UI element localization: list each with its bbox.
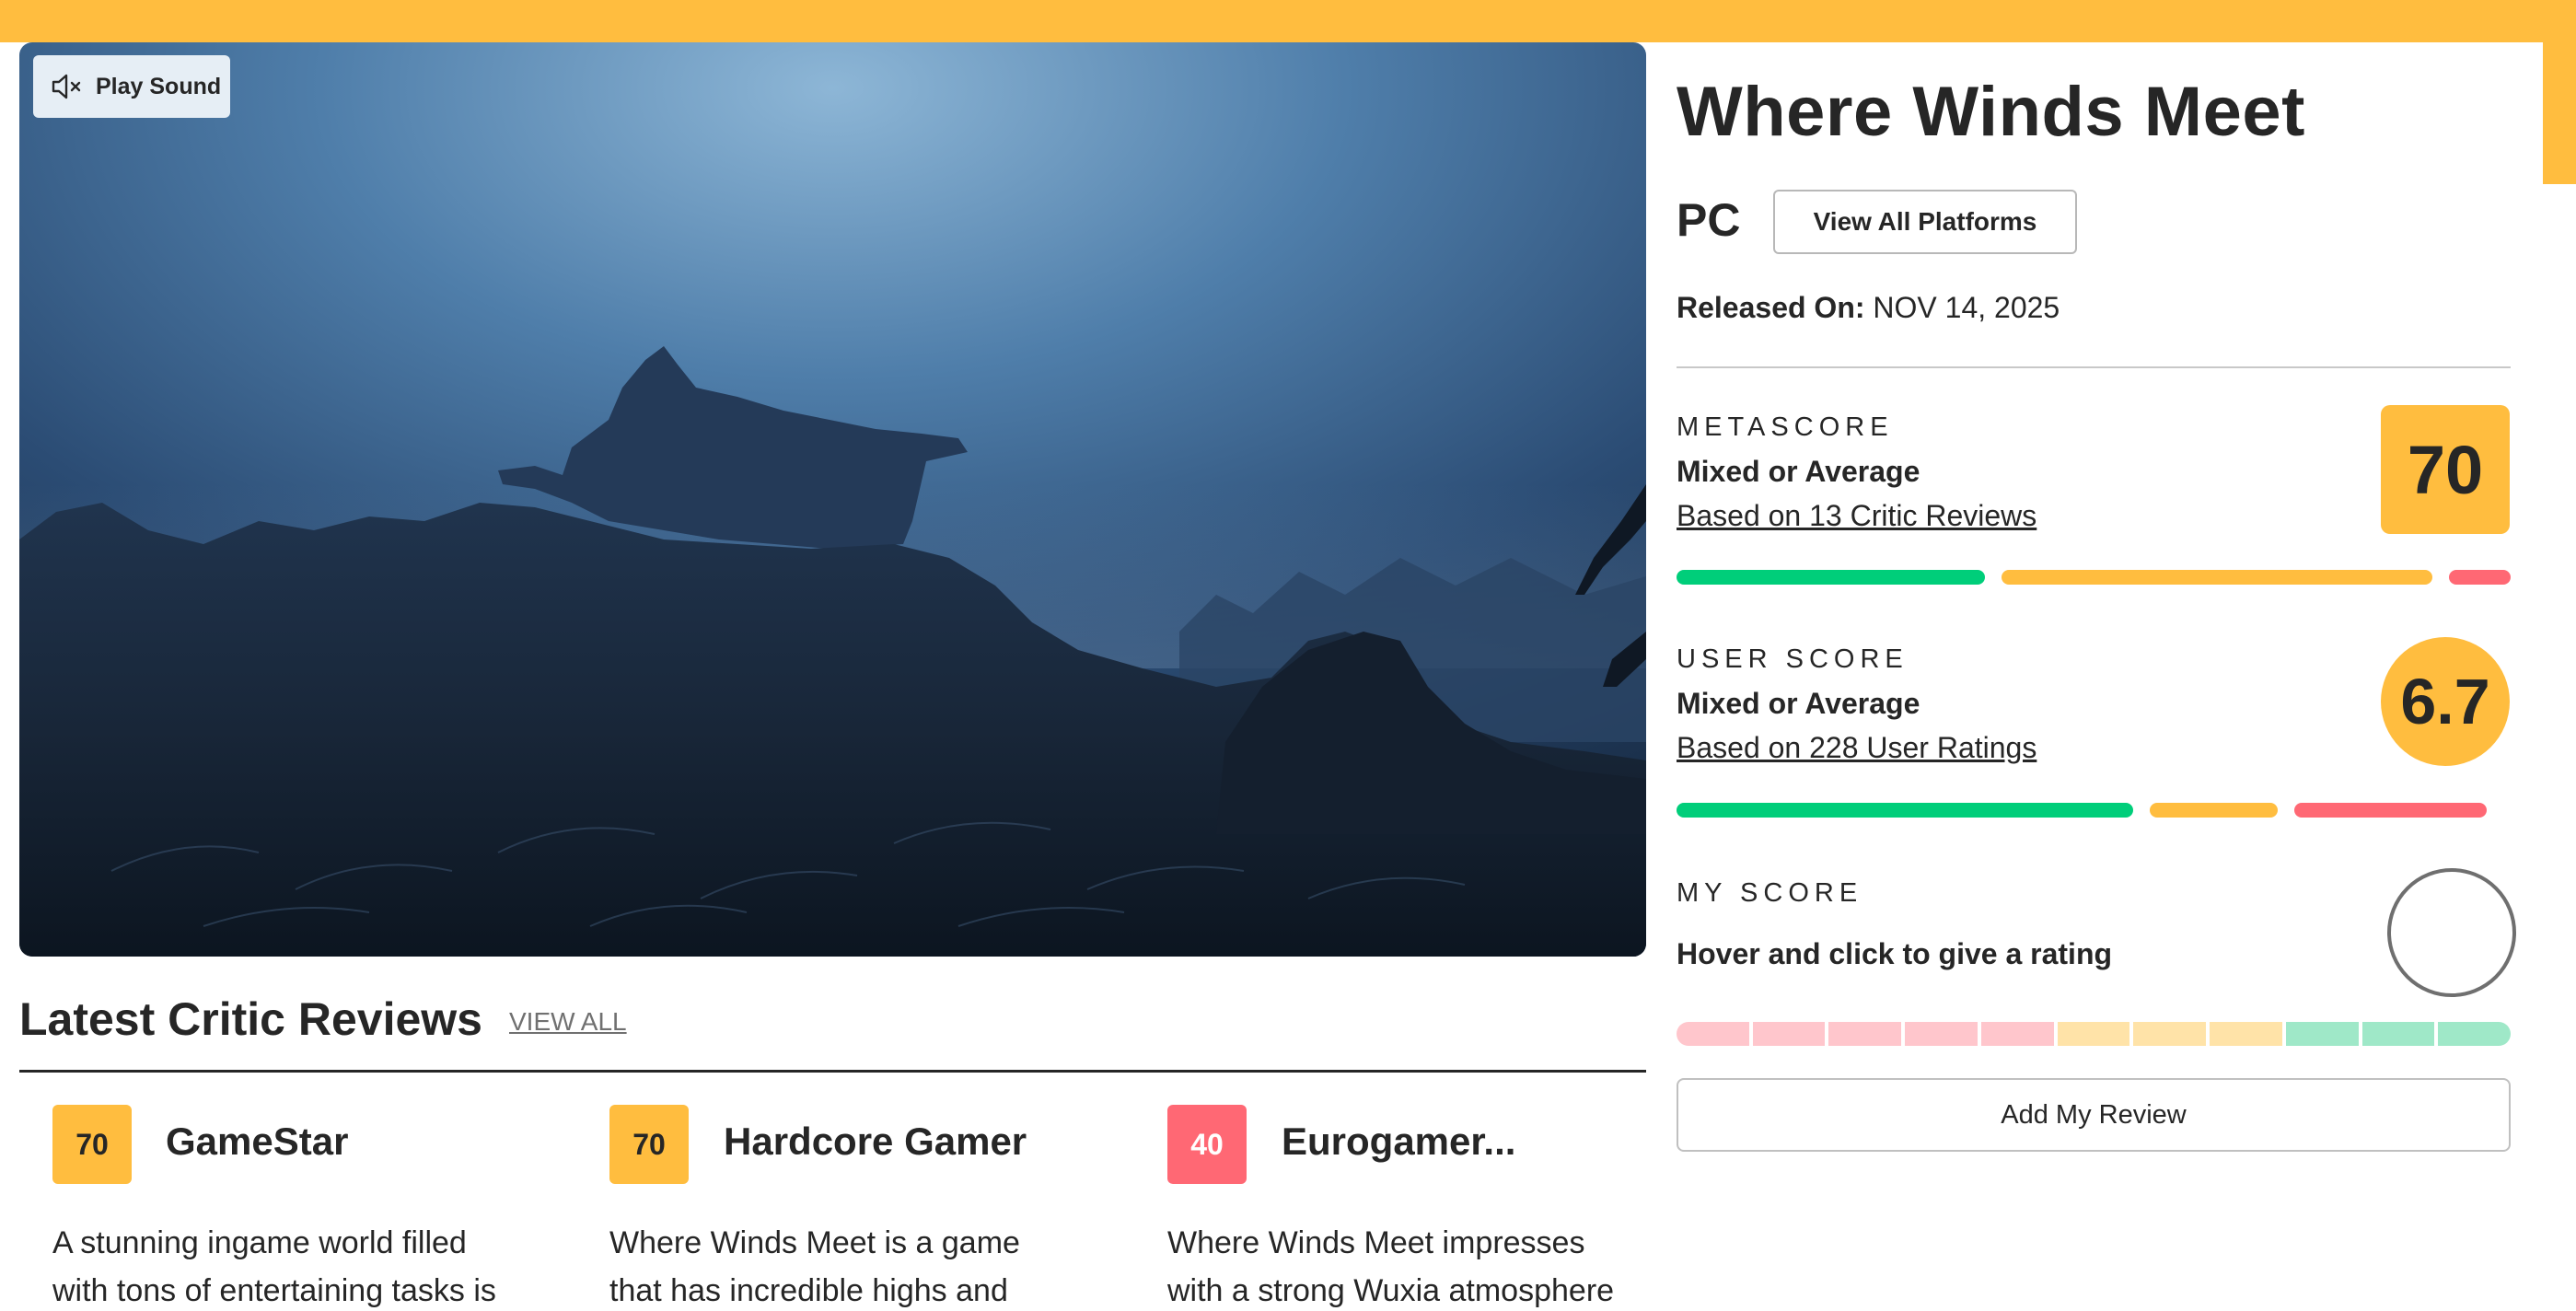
view-all-reviews-link[interactable]: VIEW ALL bbox=[509, 1007, 627, 1037]
game-title: Where Winds Meet bbox=[1677, 73, 2305, 151]
rating-segment-3[interactable] bbox=[1905, 1022, 1978, 1046]
platform-label: PC bbox=[1677, 194, 1741, 246]
hero-video[interactable]: Play Sound bbox=[19, 42, 1646, 957]
review-excerpt-line: Where Winds Meet is a game bbox=[609, 1225, 1020, 1260]
positive-share-bar bbox=[1677, 803, 2133, 818]
view-all-platforms-button[interactable]: View All Platforms bbox=[1773, 190, 2077, 254]
rating-segment-7[interactable] bbox=[2210, 1022, 2282, 1046]
review-excerpt: A stunning ingame world filled with tons… bbox=[52, 1219, 531, 1311]
rating-segment-2[interactable] bbox=[1828, 1022, 1902, 1046]
review-excerpt: Where Winds Meet impresses with a strong… bbox=[1167, 1219, 1646, 1311]
play-sound-button[interactable]: Play Sound bbox=[33, 55, 230, 118]
rating-segment-1[interactable] bbox=[1752, 1022, 1826, 1046]
review-excerpt: Where Winds Meet is a game that has incr… bbox=[609, 1219, 1088, 1311]
hero-scene-image bbox=[19, 42, 1646, 957]
user-ratings-count-link[interactable]: Based on 228 User Ratings bbox=[1677, 731, 2036, 765]
divider bbox=[1677, 366, 2511, 368]
review-publication[interactable]: GameStar bbox=[166, 1120, 348, 1164]
rating-segment-8[interactable] bbox=[2285, 1022, 2359, 1046]
rating-segment-4[interactable] bbox=[1980, 1022, 2054, 1046]
my-score-prompt: Hover and click to give a rating bbox=[1677, 937, 2113, 970]
negative-share-bar bbox=[2294, 803, 2487, 818]
review-excerpt-line: Where Winds Meet impresses bbox=[1167, 1225, 1585, 1260]
rating-segment-0[interactable] bbox=[1677, 1022, 1749, 1046]
metascore-badge[interactable]: 70 bbox=[2381, 405, 2510, 534]
add-my-review-button[interactable]: Add My Review bbox=[1677, 1078, 2511, 1152]
metascore-label: METASCORE bbox=[1677, 412, 1894, 442]
review-publication[interactable]: Eurogamer... bbox=[1282, 1120, 1515, 1164]
review-excerpt-line: A stunning ingame world filled bbox=[52, 1225, 467, 1260]
user-score-badge[interactable]: 6.7 bbox=[2381, 637, 2510, 766]
review-score-badge[interactable]: 70 bbox=[609, 1105, 689, 1184]
reviews-divider bbox=[19, 1070, 1646, 1073]
rating-segment-5[interactable] bbox=[2057, 1022, 2130, 1046]
my-score-circle[interactable] bbox=[2387, 868, 2516, 997]
release-date-value: NOV 14, 2025 bbox=[1873, 291, 2060, 324]
review-score-badge[interactable]: 40 bbox=[1167, 1105, 1247, 1184]
rating-segment-10[interactable] bbox=[2438, 1022, 2511, 1046]
metascore-sentiment: Mixed or Average bbox=[1677, 455, 1920, 488]
mixed-share-bar bbox=[2002, 570, 2432, 585]
release-date-label: Released On: bbox=[1677, 291, 1865, 324]
my-score-label: MY SCORE bbox=[1677, 878, 1863, 908]
positive-share-bar bbox=[1677, 570, 1985, 585]
review-excerpt-line: with tons of entertaining tasks is bbox=[52, 1273, 496, 1308]
rating-segment-9[interactable] bbox=[2361, 1022, 2435, 1046]
user-score-sentiment: Mixed or Average bbox=[1677, 687, 1920, 720]
speaker-muted-icon bbox=[48, 68, 85, 105]
rating-segment-6[interactable] bbox=[2133, 1022, 2207, 1046]
negative-share-bar bbox=[2449, 570, 2511, 585]
review-publication[interactable]: Hardcore Gamer bbox=[724, 1120, 1027, 1164]
review-score-badge[interactable]: 70 bbox=[52, 1105, 132, 1184]
critic-reviews-count-link[interactable]: Based on 13 Critic Reviews bbox=[1677, 499, 2036, 533]
latest-critic-reviews-heading: Latest Critic Reviews bbox=[19, 993, 482, 1045]
user-score-label: USER SCORE bbox=[1677, 644, 1909, 674]
release-date: Released On: NOV 14, 2025 bbox=[1677, 291, 2060, 325]
play-sound-label: Play Sound bbox=[96, 73, 222, 99]
review-excerpt-line: with a strong Wuxia atmosphere bbox=[1167, 1273, 1615, 1308]
mixed-share-bar bbox=[2150, 803, 2278, 818]
review-excerpt-line: that has incredible highs and bbox=[609, 1273, 1008, 1308]
